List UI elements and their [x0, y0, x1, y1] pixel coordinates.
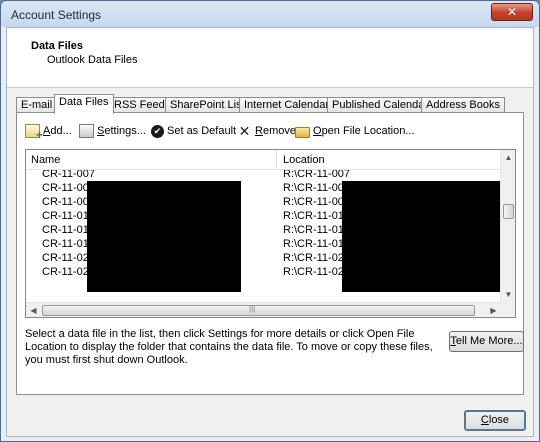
scrollbar-corner: [500, 302, 515, 317]
remove-button[interactable]: ✕ Remove: [237, 122, 296, 140]
account-settings-window: Account Settings ✕ Data Files Outlook Da…: [0, 0, 540, 442]
close-button[interactable]: Close: [464, 410, 526, 431]
data-files-list[interactable]: Name Location CR-11-007 R:\CR-11-007 CR-1…: [25, 149, 516, 318]
settings-icon: [79, 124, 94, 138]
row-location: R:\CR-11-010: [283, 210, 351, 222]
horizontal-scrollbar[interactable]: ◀ ||| ▶: [26, 302, 501, 317]
scroll-down-arrow-icon[interactable]: ▼: [501, 287, 515, 302]
scroll-left-arrow-icon[interactable]: ◀: [26, 303, 41, 317]
redaction-block: [342, 181, 500, 292]
row-location: R:\CR-11-008: [283, 182, 351, 194]
title-bar: Account Settings ✕: [1, 1, 539, 27]
vertical-scrollbar[interactable]: ▲ ▼: [500, 150, 515, 302]
list-rows: CR-11-007 R:\CR-11-007 CR-11-008 R:\CR-11-…: [26, 170, 501, 302]
row-name: CR-11-007: [42, 170, 95, 180]
column-separator[interactable]: [276, 150, 277, 170]
folder-icon: [295, 126, 310, 138]
list-header: Name Location: [26, 150, 501, 170]
checkmark-icon: ✔: [151, 124, 164, 138]
dialog-header: Data Files Outlook Data Files: [7, 28, 533, 88]
dialog-client-area: Data Files Outlook Data Files E-mail Dat…: [6, 27, 534, 437]
scroll-up-arrow-icon[interactable]: ▲: [501, 150, 515, 165]
open-file-location-button[interactable]: Open File Location...: [295, 122, 415, 140]
open-file-location-label: Open File Location...: [313, 125, 415, 137]
window-title: Account Settings: [11, 8, 102, 22]
remove-button-label: Remove: [255, 125, 296, 137]
tab-data-files[interactable]: Data Files: [54, 94, 114, 114]
settings-button-label: Settings...: [97, 125, 146, 137]
tab-email[interactable]: E-mail: [16, 97, 58, 113]
horizontal-scroll-thumb[interactable]: |||: [42, 304, 475, 316]
scroll-right-arrow-icon[interactable]: ▶: [486, 303, 501, 317]
row-location: R:\CR-11-007: [283, 170, 351, 180]
x-icon: ✕: [238, 123, 251, 139]
tab-internet-calendars[interactable]: Internet Calendars: [239, 97, 340, 113]
row-location: R:\CR-11-021: [283, 266, 351, 278]
set-as-default-label: Set as Default: [167, 125, 237, 137]
vertical-scroll-thumb[interactable]: [503, 204, 514, 219]
add-button-label: Add...: [43, 125, 72, 137]
grip-icon: |||: [249, 304, 256, 313]
add-button[interactable]: Add...: [25, 122, 72, 142]
window-close-button[interactable]: ✕: [491, 3, 533, 21]
row-location: R:\CR-11-009: [283, 196, 351, 208]
add-file-icon: [25, 124, 43, 142]
column-header-name[interactable]: Name: [31, 154, 60, 166]
data-files-panel: Add... Settings... ✔ Set as Default ✕ Re…: [16, 112, 524, 395]
redaction-block: [87, 181, 241, 292]
settings-button[interactable]: Settings...: [79, 122, 146, 140]
tell-me-more-button[interactable]: Tell Me More...: [449, 331, 524, 352]
column-header-location[interactable]: Location: [283, 154, 325, 166]
tab-address-books[interactable]: Address Books: [421, 97, 505, 113]
set-as-default-button[interactable]: ✔ Set as Default: [151, 122, 236, 140]
description-text: Select a data file in the list, then cli…: [25, 328, 433, 366]
header-title: Data Files: [31, 40, 83, 52]
header-subtitle: Outlook Data Files: [47, 54, 138, 66]
